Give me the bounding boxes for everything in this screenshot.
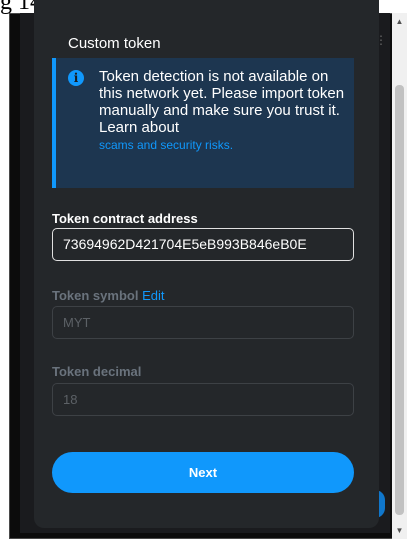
scroll-up-arrow-icon[interactable]: ▲	[392, 13, 407, 30]
scams-risks-link[interactable]: scams and security risks.	[99, 137, 349, 154]
token-decimal-input[interactable]: 18	[52, 383, 354, 416]
token-symbol-label: Token symbol Edit	[52, 288, 164, 303]
token-decimal-label: Token decimal	[52, 364, 142, 379]
info-message: Token detection is not available on this…	[99, 68, 349, 154]
edit-symbol-link[interactable]: Edit	[142, 288, 164, 303]
info-banner: i Token detection is not available on th…	[52, 58, 354, 188]
screenshot-root: g 14. Custom token i Token detection is …	[0, 0, 409, 547]
scrollbar-thumb[interactable]	[395, 85, 404, 515]
contract-address-label: Token contract address	[52, 211, 198, 226]
next-button[interactable]: Next	[52, 452, 354, 493]
token-symbol-input[interactable]: MYT	[52, 306, 354, 339]
more-options-icon[interactable]: ⋮	[375, 33, 387, 47]
contract-address-input[interactable]: 73694962D421704E5eB993B846eB0E	[52, 228, 354, 261]
scrollbar[interactable]: ▲ ▼	[392, 13, 407, 539]
info-icon: i	[68, 70, 84, 86]
info-message-text: Token detection is not available on this…	[99, 68, 345, 136]
scroll-down-arrow-icon[interactable]: ▼	[392, 522, 407, 539]
token-symbol-label-text: Token symbol	[52, 288, 139, 303]
modal-title: Custom token	[68, 35, 161, 52]
custom-token-modal: Custom token i Token detection is not av…	[34, 0, 379, 528]
